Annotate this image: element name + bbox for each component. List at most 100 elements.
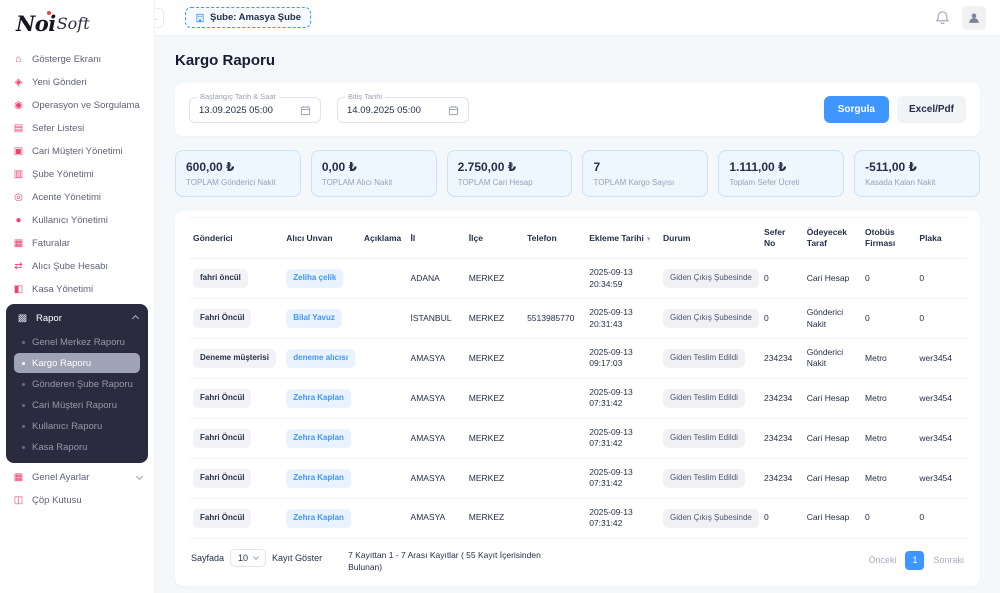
sender-badge[interactable]: Fahri Öncül — [193, 429, 251, 448]
sidebar-subitem-label: Kullanıcı Raporu — [32, 421, 102, 432]
sidebar-item-alici-sube-hesabi[interactable]: ⇄ Alıcı Şube Hesabı — [0, 255, 154, 278]
operations-icon: ◉ — [12, 100, 25, 111]
column-header-aciklama[interactable]: Açıklama — [360, 218, 407, 259]
cell-il: ADANA — [407, 259, 465, 299]
cell-odeyecek-taraf: Cari Hesap — [803, 498, 861, 538]
column-header-telefon[interactable]: Telefon — [523, 218, 585, 259]
page-footer: 2025© NoiSoft Otobüs Kargo Yazılımı Maci… — [175, 586, 980, 593]
page-title: Kargo Raporu — [175, 52, 980, 69]
stat-label: TOPLAM Kargo Sayısı — [593, 178, 697, 187]
notifications-bell-icon[interactable] — [935, 10, 950, 25]
ekleme-tarihi-value: 2025-09-1320:34:59 — [589, 267, 655, 290]
column-header-sefer-no[interactable]: Sefer No — [760, 218, 803, 259]
bullet-icon — [22, 362, 25, 365]
sidebar-subitem-genel-merkez-raporu[interactable]: Genel Merkez Raporu — [14, 332, 140, 352]
cell-aciklama — [360, 338, 407, 378]
stat-value: 0,00 ₺ — [322, 160, 426, 174]
pagination-page-1[interactable]: 1 — [905, 551, 924, 570]
ekleme-tarihi-value: 2025-09-1307:31:42 — [589, 427, 655, 450]
sender-badge[interactable]: fahri öncül — [193, 269, 248, 288]
receiver-link[interactable]: deneme alıcısı — [286, 349, 355, 368]
sidebar-item-cop-kutusu[interactable]: ◫ Çöp Kutusu — [0, 489, 154, 512]
column-header-ekleme-tarihi[interactable]: Ekleme Tarihi▾ — [585, 218, 659, 259]
sidebar-subitem-label: Kargo Raporu — [32, 358, 91, 369]
receiver-link[interactable]: Zeliha çelik — [286, 269, 343, 288]
column-header-otobus-firmasi[interactable]: Otobüs Firması — [861, 218, 915, 259]
per-page-select[interactable]: 10 — [230, 549, 266, 567]
column-header-gonderici[interactable]: Gönderici — [189, 218, 282, 259]
sidebar-item-genel-ayarlar[interactable]: ▦ Genel Ayarlar — [0, 466, 154, 489]
per-page-label: Sayfada — [191, 553, 224, 563]
column-header-label: Açıklama — [364, 233, 401, 243]
sidebar-item-kasa-yonetimi[interactable]: ◧ Kasa Yönetimi — [0, 278, 154, 301]
sidebar-item-operasyon-ve-sorgulama[interactable]: ◉ Operasyon ve Sorgulama — [0, 94, 154, 117]
trash-icon: ◫ — [12, 495, 25, 506]
sender-badge[interactable]: Fahri Öncül — [193, 389, 251, 408]
sender-badge[interactable]: Deneme müşterisi — [193, 349, 276, 368]
sidebar-item-kullanici-yonetimi[interactable]: ● Kullanıcı Yönetimi — [0, 209, 154, 232]
cell-il: AMASYA — [407, 338, 465, 378]
cell-aciklama — [360, 299, 407, 339]
sidebar-item-yeni-gonderi[interactable]: ◈ Yeni Gönderi — [0, 71, 154, 94]
receiver-link[interactable]: Bilal Yavuz — [286, 309, 342, 328]
stat-label: TOPLAM Gönderici Nakit — [186, 178, 290, 187]
sidebar-item-sube-yonetimi[interactable]: ▥ Şube Yönetimi — [0, 163, 154, 186]
time-line: 07:31:42 — [589, 398, 655, 409]
cell-telefon — [523, 418, 585, 458]
sidebar-subitem-label: Genel Merkez Raporu — [32, 337, 125, 348]
receiver-branch-account-icon: ⇄ — [12, 261, 25, 272]
ekleme-tarihi-value: 2025-09-1320:31:43 — [589, 307, 655, 330]
sidebar-item-faturalar[interactable]: ▦ Faturalar — [0, 232, 154, 255]
sidebar-item-gosterge-ekrani[interactable]: ⌂ Gösterge Ekranı — [0, 48, 154, 71]
sidebar-menu-bottom: ▦ Genel Ayarlar ◫ Çöp Kutusu — [0, 466, 154, 512]
receiver-link[interactable]: Zehra Kaplan — [286, 429, 351, 448]
general-settings-icon: ▦ — [12, 472, 25, 483]
date-line: 2025-09-13 — [589, 387, 655, 398]
end-date-field[interactable]: Bitiş Tarihi 14.09.2025 05:00 — [337, 97, 469, 123]
date-line: 2025-09-13 — [589, 307, 655, 318]
sidebar-subitem-cari-musteri-raporu[interactable]: Cari Müşteri Raporu — [14, 395, 140, 415]
sidebar-item-acente-yonetimi[interactable]: ◎ Acente Yönetimi — [0, 186, 154, 209]
receiver-link[interactable]: Zehra Kaplan — [286, 389, 351, 408]
column-header-plaka[interactable]: Plaka — [915, 218, 966, 259]
sidebar-item-rapor[interactable]: ▩ Rapor — [6, 306, 148, 331]
time-line: 20:34:59 — [589, 279, 655, 290]
receiver-link[interactable]: Zehra Kaplan — [286, 509, 351, 528]
sender-badge[interactable]: Fahri Öncül — [193, 469, 251, 488]
sidebar-item-sefer-listesi[interactable]: ▤ Sefer Listesi — [0, 117, 154, 140]
column-header-ilce[interactable]: İlçe — [465, 218, 523, 259]
branch-badge[interactable]: Şube: Amasya Şube — [185, 7, 311, 28]
cell-alici-unvan: deneme alıcısı — [282, 338, 360, 378]
column-header-il[interactable]: İl — [407, 218, 465, 259]
receiver-link[interactable]: Zehra Kaplan — [286, 469, 351, 488]
column-header-label: Gönderici — [193, 233, 233, 243]
query-button[interactable]: Sorgula — [824, 96, 889, 123]
app-logo[interactable]: NoiSoft — [0, 0, 154, 46]
sidebar-subitem-kargo-raporu[interactable]: Kargo Raporu — [14, 353, 140, 373]
column-header-odeyecek-taraf[interactable]: Ödeyecek Taraf — [803, 218, 861, 259]
cell-ilce: MERKEZ — [465, 259, 523, 299]
customer-management-icon: ▣ — [12, 146, 25, 157]
branch-building-icon — [195, 13, 205, 23]
column-header-durum[interactable]: Durum — [659, 218, 760, 259]
sidebar-subitem-kullanici-raporu[interactable]: Kullanıcı Raporu — [14, 416, 140, 436]
user-avatar[interactable] — [962, 6, 986, 30]
column-header-alici-unvan[interactable]: Alıcı Unvan — [282, 218, 360, 259]
cargo-table: Gönderici Alıcı Unvan Açıklama İlİlçeTelefo… — [189, 217, 966, 539]
cell-odeyecek-taraf: Cari Hesap — [803, 259, 861, 299]
sender-badge[interactable]: Fahri Öncül — [193, 309, 251, 328]
pagination-previous[interactable]: Önceki — [868, 555, 896, 565]
sidebar-subitem-kasa-raporu[interactable]: Kasa Raporu — [14, 437, 140, 457]
export-button[interactable]: Excel/Pdf — [897, 96, 966, 123]
table-row: Deneme müşterisideneme alıcısıAMASYAMERK… — [189, 338, 966, 378]
cell-il: İSTANBUL — [407, 299, 465, 339]
cell-otobus-firmasi: 0 — [861, 498, 915, 538]
sender-badge[interactable]: Fahri Öncül — [193, 509, 251, 528]
pagination-next[interactable]: Sonraki — [933, 555, 964, 565]
sidebar-subitem-gonderen-sube-raporu[interactable]: Gönderen Şube Raporu — [14, 374, 140, 394]
sidebar-item-cari-musteri-yonetimi[interactable]: ▣ Cari Müşteri Yönetimi — [0, 140, 154, 163]
table-row: fahri öncül Zeliha çelik ADANAMERKEZ 2025-0… — [189, 259, 966, 299]
cell-ekleme-tarihi: 2025-09-1320:34:59 — [585, 259, 659, 299]
cell-il: AMASYA — [407, 378, 465, 418]
start-date-field[interactable]: Başlangıç Tarih & Saat 13.09.2025 05:00 — [189, 97, 321, 123]
